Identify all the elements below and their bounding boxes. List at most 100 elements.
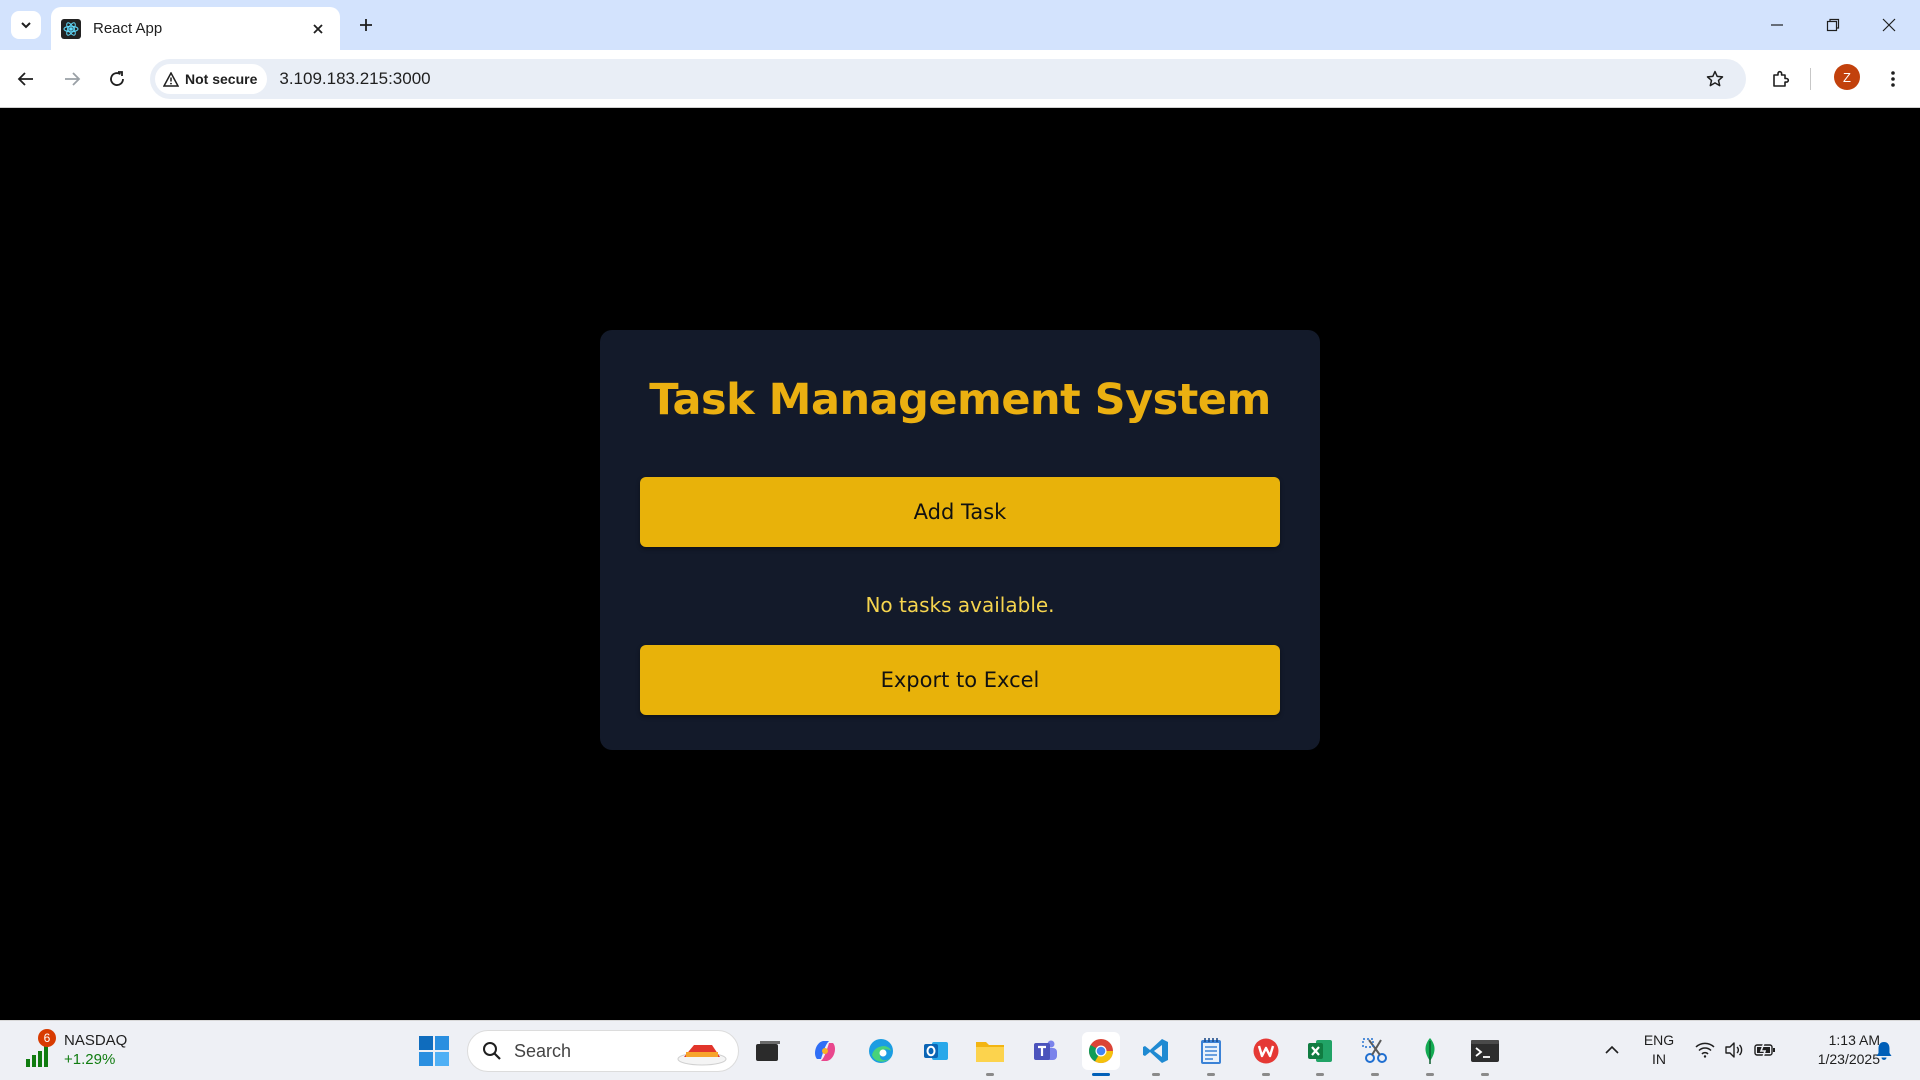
excel-icon [1308, 1040, 1332, 1062]
teams-button[interactable] [1026, 1032, 1064, 1070]
system-clock[interactable]: 1:13 AM 1/23/2025 [1790, 1031, 1880, 1069]
chrome-button[interactable] [1082, 1032, 1120, 1076]
minimize-button[interactable] [1760, 8, 1794, 42]
chrome-icon [1088, 1039, 1113, 1064]
close-window-button[interactable] [1872, 8, 1906, 42]
notepad-icon [1201, 1038, 1221, 1064]
page-viewport: Task Management System Add Task No tasks… [0, 109, 1920, 1020]
tab-search-button[interactable] [11, 11, 41, 39]
copilot-icon [815, 1041, 835, 1061]
task-view-icon [756, 1041, 780, 1061]
snipping-tool-icon [1362, 1038, 1387, 1063]
address-bar[interactable]: Not secure 3.109.183.215:3000 [150, 59, 1746, 99]
running-indicator [986, 1073, 994, 1076]
export-to-excel-button[interactable]: Export to Excel [640, 645, 1280, 715]
back-button[interactable] [10, 63, 42, 95]
task-view-button[interactable] [749, 1032, 787, 1070]
react-icon [61, 18, 81, 39]
close-tab-icon[interactable] [308, 19, 328, 39]
reload-icon [110, 71, 124, 86]
snipping-tool-button[interactable] [1356, 1032, 1394, 1076]
file-explorer-button[interactable] [971, 1032, 1009, 1076]
volume-icon [1725, 1042, 1743, 1058]
new-tab-button[interactable] [352, 11, 380, 39]
search-highlight-icon [677, 1045, 727, 1066]
security-label: Not secure [185, 71, 258, 87]
arrow-right-icon [65, 72, 81, 86]
taskbar-search[interactable]: Search [467, 1030, 739, 1072]
reload-button[interactable] [101, 63, 133, 95]
notification-center-button[interactable] [1872, 1039, 1896, 1063]
outlook-icon [924, 1042, 948, 1060]
mongodb-compass-icon [1425, 1038, 1435, 1064]
browser-tab-strip: React App [0, 0, 1920, 50]
restore-button[interactable] [1816, 8, 1850, 42]
restore-icon [1826, 18, 1840, 32]
copilot-button[interactable] [806, 1032, 844, 1070]
task-manager-card: Task Management System Add Task No tasks… [600, 330, 1320, 750]
excel-button[interactable] [1301, 1032, 1339, 1076]
show-hidden-icons-button[interactable] [1601, 1039, 1623, 1061]
minimize-icon [1771, 24, 1783, 26]
plus-icon [360, 19, 372, 31]
search-icon [483, 1042, 501, 1060]
vscode-button[interactable] [1137, 1032, 1175, 1076]
windows-taskbar: 6 NASDAQ +1.29% Search ENG IN 1:13 AM 1/… [0, 1020, 1920, 1080]
wifi-status[interactable] [1694, 1039, 1716, 1061]
running-indicator [1262, 1073, 1270, 1076]
browser-tab-react-app[interactable]: React App [51, 7, 340, 50]
active-indicator [1092, 1073, 1110, 1076]
terminal-icon [1471, 1040, 1499, 1062]
stock-change: +1.29% [64, 1051, 116, 1068]
terminal-button[interactable] [1466, 1032, 1504, 1076]
notification-badge: 6 [38, 1029, 56, 1047]
warning-icon [163, 71, 179, 87]
arrow-left-icon [17, 72, 33, 86]
start-button[interactable] [418, 1035, 450, 1067]
search-placeholder: Search [514, 1040, 572, 1061]
language-line-2: IN [1652, 1051, 1666, 1067]
url-text[interactable]: 3.109.183.215:3000 [279, 69, 430, 89]
mongodb-compass-button[interactable] [1411, 1032, 1449, 1076]
star-icon [1706, 70, 1724, 87]
running-indicator [1426, 1073, 1434, 1076]
profile-avatar[interactable]: Z [1834, 64, 1860, 90]
page-title: Task Management System [649, 375, 1271, 425]
chevron-down-icon [21, 22, 31, 29]
stock-name: NASDAQ [64, 1032, 128, 1049]
chevron-up-icon [1605, 1045, 1619, 1054]
wifi-icon [1695, 1042, 1715, 1058]
add-task-button[interactable]: Add Task [640, 477, 1280, 547]
edge-button[interactable] [862, 1032, 900, 1070]
browser-menu-button[interactable] [1877, 63, 1909, 95]
bell-icon [1876, 1042, 1892, 1060]
stocks-widget[interactable]: 6 NASDAQ +1.29% [22, 1029, 142, 1073]
file-explorer-icon [976, 1042, 1004, 1062]
forward-button[interactable] [56, 63, 88, 95]
bookmark-button[interactable] [1700, 64, 1730, 94]
toolbar-divider [1810, 68, 1811, 90]
close-icon [1882, 18, 1896, 32]
input-language-indicator[interactable]: ENG IN [1642, 1031, 1676, 1069]
running-indicator [1481, 1073, 1489, 1076]
running-indicator [1152, 1073, 1160, 1076]
running-indicator [1316, 1073, 1324, 1076]
wps-office-button[interactable] [1247, 1032, 1285, 1076]
edge-icon [869, 1039, 893, 1063]
wps-office-icon [1253, 1038, 1279, 1064]
browser-toolbar: Not secure 3.109.183.215:3000 Z [0, 50, 1920, 108]
empty-state-message: No tasks available. [865, 593, 1055, 617]
battery-charging-icon [1754, 1043, 1775, 1057]
outlook-button[interactable] [917, 1032, 955, 1070]
notepad-button[interactable] [1192, 1032, 1230, 1076]
clock-date: 1/23/2025 [1817, 1051, 1880, 1067]
battery-status[interactable] [1753, 1039, 1777, 1061]
extensions-button[interactable] [1765, 63, 1797, 95]
vscode-icon [1143, 1039, 1168, 1063]
clock-time: 1:13 AM [1828, 1032, 1880, 1048]
language-line-1: ENG [1643, 1032, 1675, 1048]
volume-status[interactable] [1723, 1039, 1745, 1061]
more-vertical-icon [1891, 71, 1895, 87]
running-indicator [1207, 1073, 1215, 1076]
site-security-chip[interactable]: Not secure [155, 64, 268, 94]
